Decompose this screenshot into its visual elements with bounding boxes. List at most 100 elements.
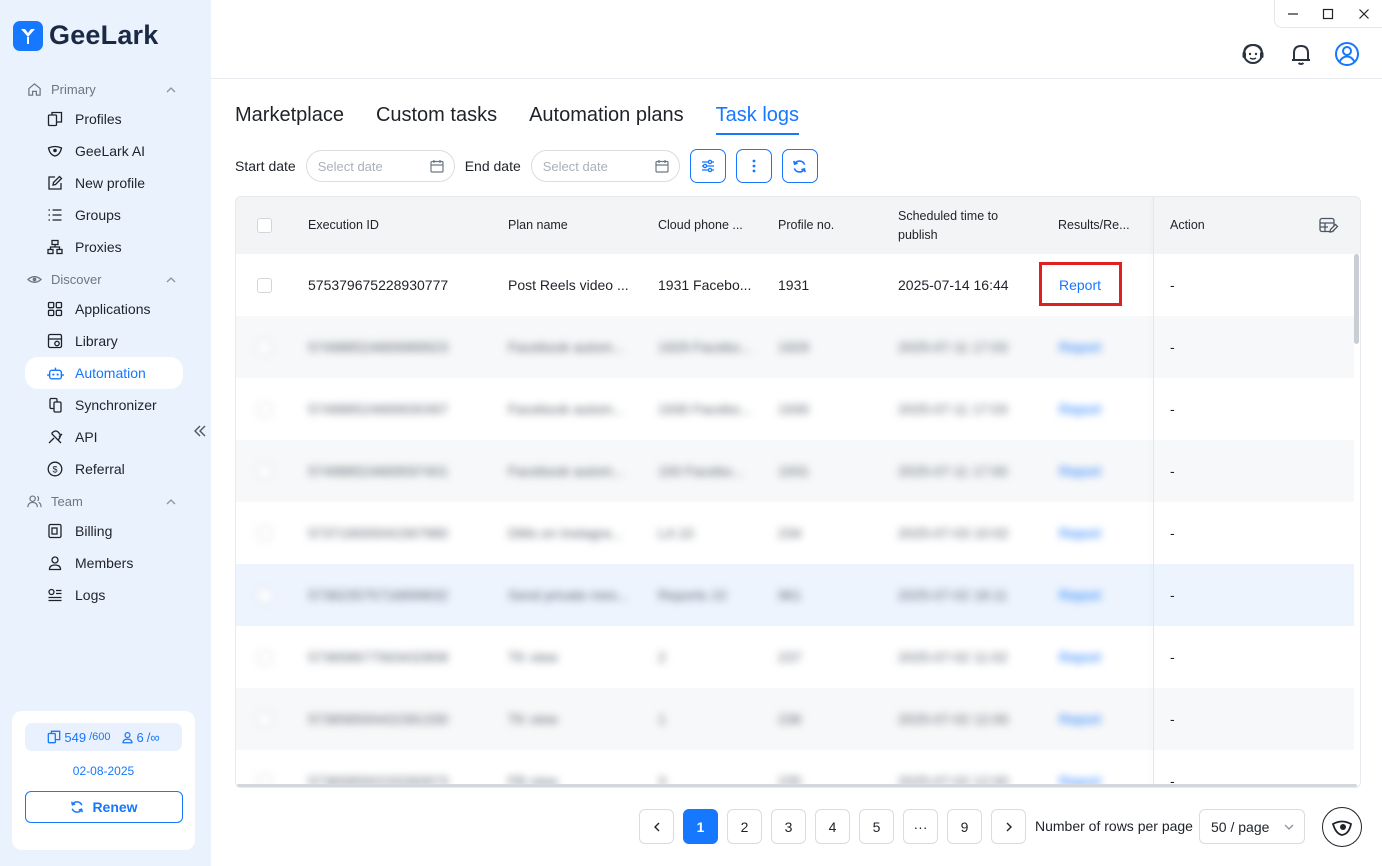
section-label: Primary [51,82,96,97]
sidebar-item-api[interactable]: API [25,421,183,453]
section-team[interactable]: Team [0,488,211,515]
tab-task-logs[interactable]: Task logs [715,104,800,135]
prev-page-button[interactable] [639,809,674,844]
account-avatar-icon[interactable] [1334,41,1360,67]
rows-per-page-select[interactable]: 50 / page [1199,809,1305,844]
cell-cloud-phone: 3 [658,773,666,788]
select-all-checkbox[interactable] [257,197,272,254]
cell-action: - [1170,649,1175,665]
report-link[interactable]: Report [1059,688,1101,750]
report-link[interactable]: Report [1059,378,1101,440]
cell-profile-no: 1931 [778,277,810,293]
row-checkbox[interactable] [257,277,272,293]
page-button[interactable]: 5 [859,809,894,844]
minimize-icon[interactable] [1286,7,1300,21]
maximize-icon[interactable] [1321,7,1335,21]
tab-marketplace[interactable]: Marketplace [235,104,344,135]
sidebar-item-new-profile[interactable]: New profile [25,167,183,199]
col-action[interactable]: Action [1170,197,1205,254]
refresh-button[interactable] [781,149,818,183]
row-checkbox[interactable] [257,711,272,727]
page-button[interactable]: 4 [815,809,850,844]
end-date-input[interactable]: Select date [530,150,680,182]
page-button[interactable]: 2 [727,809,762,844]
cell-execution-id: 575379675228930777 [308,277,449,293]
row-checkbox-cell [257,564,272,626]
more-options-button[interactable] [735,149,772,183]
support-agent-icon[interactable] [1240,41,1266,67]
page-button[interactable]: 1 [683,809,718,844]
tab-automation-plans[interactable]: Automation plans [529,104,684,135]
chevron-up-icon[interactable] [165,496,177,508]
checkbox[interactable] [257,218,272,233]
col-execution-id[interactable]: Execution ID [308,197,379,254]
sidebar-item-synchronizer[interactable]: Synchronizer [25,389,183,421]
row-checkbox[interactable] [257,525,272,541]
sidebar-item-library[interactable]: Library [25,325,183,357]
list-icon [46,206,64,224]
sidebar-item-label: Members [75,555,134,571]
chevron-up-icon[interactable] [165,84,177,96]
col-plan-name[interactable]: Plan name [508,197,568,254]
table-row[interactable]: 573719000041567980 DMs on Instagra... LA 1… [236,502,1354,564]
table-row[interactable]: 573658500233260973 FB view 3 235 2025-07-02 … [236,750,1354,788]
horizontal-scrollbar[interactable] [237,784,1357,787]
page-button[interactable]: 3 [771,809,806,844]
column-settings-icon[interactable] [1319,197,1339,254]
report-link[interactable]: Report [1059,564,1101,626]
row-checkbox[interactable] [257,339,272,355]
tab-custom-tasks[interactable]: Custom tasks [376,104,497,135]
table-row[interactable]: 574988524669597401 Facebook autom... 193 F… [236,440,1354,502]
col-cloud-phone[interactable]: Cloud phone ... [658,197,743,254]
start-date-input[interactable]: Select date [305,150,455,182]
table-row[interactable]: 573658500431581330 TK view 1 236 2025-07-02 … [236,688,1354,750]
page-ellipsis-button[interactable]: ··· [903,809,938,844]
col-scheduled-time[interactable]: Scheduled time to publish [898,197,998,254]
row-checkbox[interactable] [257,649,272,665]
section-primary[interactable]: Primary [0,76,211,103]
sidebar-item-automation[interactable]: Automation [25,357,183,389]
sidebar-item-applications[interactable]: Applications [25,293,183,325]
collapse-sidebar-icon[interactable] [193,424,207,438]
report-link[interactable]: Report [1059,750,1101,787]
section-discover[interactable]: Discover [0,266,211,293]
next-page-button[interactable] [991,809,1026,844]
sidebar-item-geelark-ai[interactable]: GeeLark AI [25,135,183,167]
assistant-fab-button[interactable] [1322,807,1362,847]
notification-bell-icon[interactable] [1288,41,1314,67]
table-row[interactable]: 574988524669989923 Facebook autom... 1929 … [236,316,1354,378]
row-checkbox[interactable] [257,587,272,603]
table-row[interactable]: 574988524669930397 Facebook autom... 1930 … [236,378,1354,440]
row-checkbox[interactable] [257,401,272,417]
geelark-logo[interactable]: GeeLark [13,20,158,51]
cell-plan-name: Facebook autom... [508,463,624,479]
report-link[interactable]: Report [1059,316,1101,378]
sidebar-item-logs[interactable]: Logs [25,579,183,611]
col-results[interactable]: Results/Re... [1058,197,1130,254]
home-icon [26,82,42,98]
page-button[interactable]: 9 [947,809,982,844]
report-link[interactable]: Report [1059,626,1101,688]
sidebar-item-billing[interactable]: Billing [25,515,183,547]
table-row[interactable]: 573658677563432808 TK view 2 237 2025-07-02 … [236,626,1354,688]
table-row[interactable]: 573623575716899832 Send private mes... Rep… [236,564,1354,626]
sidebar-item-referral[interactable]: $ Referral [25,453,183,485]
sidebar-item-profiles[interactable]: Profiles [25,103,183,135]
sidebar-item-label: Billing [75,523,113,539]
row-checkbox[interactable] [257,463,272,479]
col-profile-no[interactable]: Profile no. [778,197,834,254]
sidebar-item-groups[interactable]: Groups [25,199,183,231]
table-row[interactable]: 575379675228930777 Post Reels video ... 19… [236,254,1354,316]
close-icon[interactable] [1357,7,1371,21]
cell-scheduled-time: 2025-07-11 17:03 [898,339,1008,355]
report-link[interactable]: Report [1059,502,1101,564]
edit-icon [46,174,64,192]
chevron-up-icon[interactable] [165,274,177,286]
sidebar-item-proxies[interactable]: Proxies [25,231,183,263]
sidebar-item-members[interactable]: Members [25,547,183,579]
renew-button[interactable]: Renew [25,791,183,823]
filter-settings-button[interactable] [689,149,726,183]
vertical-scrollbar[interactable] [1354,254,1359,344]
usage-summary[interactable]: 549/600 6/∞ [25,723,182,751]
report-link[interactable]: Report [1059,440,1101,502]
